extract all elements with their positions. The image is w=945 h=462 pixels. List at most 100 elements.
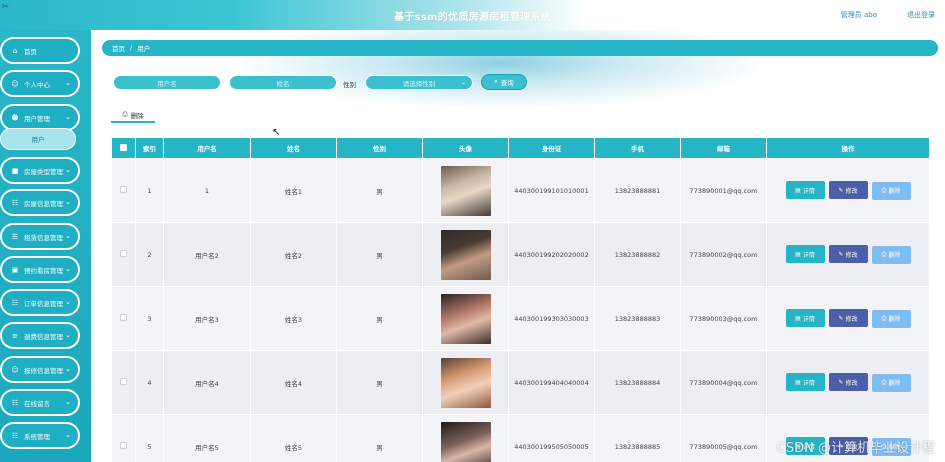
cell-email: 773890004@qq.com	[680, 350, 767, 415]
person-icon: ☺	[11, 365, 19, 374]
column-header: 索引	[135, 137, 164, 159]
sidebar-item-1[interactable]: ⌂ 首页	[0, 37, 80, 64]
sidebar-item-12[interactable]: ☷ 系统管理 ⌄	[0, 422, 80, 449]
sidebar-item-2[interactable]: ☺ 个人中心 ⌄	[0, 70, 80, 97]
delete-button[interactable]: ⎙ 删除	[871, 181, 911, 200]
chevron-down-icon: ⌄	[65, 79, 71, 87]
cell-id-card: 440300199505050005	[508, 414, 595, 462]
username-search-input[interactable]: 用户名	[113, 75, 221, 90]
gender-label: 性别	[343, 81, 356, 89]
document-icon: ▤	[795, 378, 801, 386]
chevron-down-icon: ⌄	[65, 331, 71, 339]
sidebar-item-label: 预约看房管理	[24, 266, 63, 275]
top-header: ✂ 基于ssm的优质房源房租管理系统 管理员 abo 退出登录	[0, 0, 945, 30]
avatar	[440, 357, 491, 408]
cell-email: 773890005@qq.com	[680, 414, 767, 462]
sidebar-item-label: 个人中心	[24, 80, 50, 89]
row-checkbox[interactable]	[119, 442, 127, 449]
table-row: 2 用户名2 姓名2 男 440300199202020002 13823888882 77…	[111, 222, 930, 287]
gender-select[interactable]: 请选择性别 ⌄	[365, 75, 473, 90]
cell-phone: 13823888882	[594, 222, 681, 287]
sidebar-item-3[interactable]: ☻ 用户管理 ⌄	[0, 104, 80, 131]
detail-button[interactable]: ▤ 详情	[785, 309, 825, 328]
delete-button-label: 删除	[888, 316, 901, 324]
sidebar-item-7[interactable]: ▣ 预约看房管理 ⌄	[0, 256, 80, 283]
sidebar-item-4[interactable]: ■ 房屋类型管理 ⌄	[0, 157, 80, 184]
cell-name: 姓名4	[250, 350, 337, 415]
select-all-checkbox[interactable]	[111, 137, 136, 159]
cell-actions: ▤ 详情 ✎ 修改 ⎙ 删除	[766, 350, 930, 415]
edit-button[interactable]: ✎ 修改	[828, 373, 868, 392]
sidebar: ⌂ 首页 ☺ 个人中心 ⌄ ☻ 用户管理 ⌄ ■ 房屋类型管理 ⌄ ☷ 房屋信息管理 ⌄ ☰ 租赁信息管理 ⌄ ▣…	[0, 30, 91, 462]
query-button[interactable]: ⌕ 查询	[481, 74, 527, 90]
chevron-down-icon: ⌄	[65, 198, 71, 206]
row-checkbox[interactable]	[119, 378, 127, 385]
cell-index: 2	[135, 222, 164, 287]
column-header: 操作	[766, 137, 930, 159]
detail-button-label: 详情	[802, 315, 815, 323]
user-table: 索引 用户名 姓名 性别 头像 身份证 手机 邮箱 操作 1 1 姓名1 男 4403001991010…	[111, 137, 930, 462]
delete-button-label: 删除	[888, 188, 901, 196]
sidebar-item-label: 退费信息管理	[24, 332, 63, 341]
row-checkbox[interactable]	[119, 186, 127, 193]
cell-index: 3	[135, 286, 164, 351]
detail-button-label: 详情	[802, 379, 815, 387]
edit-button[interactable]: ✎ 修改	[828, 309, 868, 328]
cell-gender: 男	[336, 158, 423, 223]
sidebar-subitem-user[interactable]: 用户	[0, 128, 76, 150]
edit-button[interactable]: ✎ 修改	[828, 181, 868, 200]
pencil-icon: ✎	[838, 250, 844, 258]
menu-icon: ≡	[12, 331, 18, 340]
grid-icon: ☷	[11, 198, 19, 207]
cell-gender: 男	[336, 350, 423, 415]
query-label: 查询	[500, 79, 514, 87]
sidebar-item-6[interactable]: ☰ 租赁信息管理 ⌄	[0, 223, 80, 250]
row-checkbox[interactable]	[119, 250, 127, 257]
edit-button[interactable]: ✎ 修改	[828, 245, 868, 264]
grid-icon: ☷	[11, 431, 19, 440]
cell-gender: 男	[336, 222, 423, 287]
chevron-down-icon: ⌄	[65, 113, 71, 121]
column-header: 邮箱	[680, 137, 767, 159]
breadcrumb: 首页 / 用户	[102, 40, 938, 56]
breadcrumb-current: 用户	[137, 45, 151, 53]
trash-icon: ⎙	[122, 110, 128, 118]
sidebar-item-10[interactable]: ☺ 报修信息管理 ⌄	[0, 356, 80, 383]
mouse-cursor-icon: ↖	[272, 127, 281, 138]
detail-button[interactable]: ▤ 详情	[785, 245, 825, 264]
edit-button-label: 修改	[845, 315, 858, 323]
cell-gender: 男	[336, 286, 423, 351]
delete-button[interactable]: ⎙ 删除	[871, 309, 911, 328]
sidebar-item-8[interactable]: ☷ 订单信息管理 ⌄	[0, 289, 80, 316]
checkbox-icon[interactable]	[120, 143, 127, 151]
detail-button[interactable]: ▤ 详情	[785, 181, 825, 200]
chevron-down-icon: ⌄	[65, 398, 71, 406]
logout-link[interactable]: 退出登录	[907, 10, 935, 20]
sidebar-item-label: 用户管理	[24, 114, 50, 123]
row-checkbox-cell	[111, 222, 136, 287]
breadcrumb-home[interactable]: 首页	[112, 43, 125, 53]
cell-id-card: 440300199303030003	[508, 286, 595, 351]
row-checkbox[interactable]	[119, 314, 127, 321]
avatar	[440, 421, 491, 462]
cell-email: 773890002@qq.com	[680, 222, 767, 287]
cell-index: 4	[135, 350, 164, 415]
cell-avatar	[422, 350, 509, 415]
column-header: 手机	[594, 137, 681, 159]
main-content: 首页 / 用户 用户名 姓名 性别 请选择性别 ⌄ ⌕ 查询 ⎙ 删除 索引 用户…	[91, 30, 945, 462]
edit-button-label: 修改	[845, 187, 858, 195]
list-icon: ☰	[11, 232, 19, 241]
delete-button-label: 删除	[888, 380, 901, 388]
cell-name: 姓名2	[250, 222, 337, 287]
sidebar-item-9[interactable]: ≡ 退费信息管理 ⌄	[0, 322, 80, 349]
sidebar-item-11[interactable]: ☷ 在线留言 ⌄	[0, 389, 80, 416]
delete-button[interactable]: ⎙ 删除	[871, 245, 911, 264]
edit-button-label: 修改	[845, 251, 858, 259]
table-row: 3 用户名3 姓名3 男 440300199303030003 13823888883 77…	[111, 286, 930, 351]
detail-button[interactable]: ▤ 详情	[785, 373, 825, 392]
delete-button[interactable]: ⎙ 删除	[871, 373, 911, 392]
cell-phone: 13823888881	[594, 158, 681, 223]
name-search-input[interactable]: 姓名	[229, 75, 337, 90]
sidebar-item-5[interactable]: ☷ 房屋信息管理 ⌄	[0, 189, 80, 216]
batch-delete-button[interactable]: ⎙ 删除	[111, 108, 155, 123]
